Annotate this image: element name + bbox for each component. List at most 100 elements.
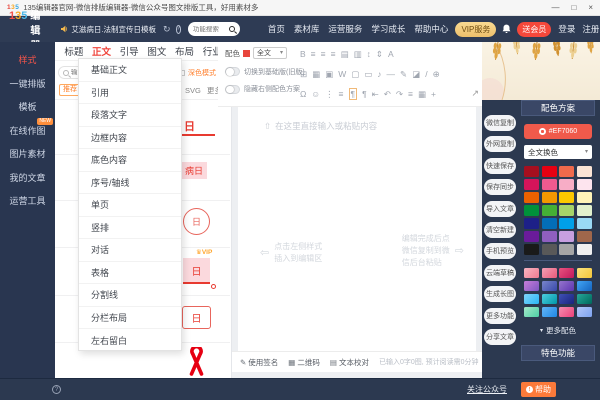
color-scope-select[interactable]: 全文换色 ▾ [524, 145, 592, 159]
color-swatch[interactable] [559, 218, 574, 229]
gradient-swatch[interactable] [524, 281, 539, 292]
fullscreen-icon[interactable]: ↗ [471, 88, 479, 99]
color-swatch[interactable] [524, 205, 539, 216]
current-color-button[interactable]: #EF7060 [524, 124, 592, 139]
dark-mode-label[interactable]: 深色模式 [188, 68, 216, 78]
color-swatch[interactable] [559, 192, 574, 203]
gradient-swatch[interactable] [559, 294, 574, 305]
color-swatch[interactable] [524, 192, 539, 203]
tab-image-text[interactable]: 图文 [143, 44, 171, 58]
color-swatch[interactable] [524, 244, 539, 255]
gradient-swatch[interactable] [559, 268, 574, 279]
nav-item-services[interactable]: 运营服务 [328, 23, 362, 35]
color-swatch[interactable] [559, 231, 574, 242]
tab-layout[interactable]: 布局 [171, 44, 199, 58]
style-preview-circle[interactable]: 日 [183, 208, 210, 235]
menu-item-side-margin[interactable]: 左右留白 [79, 329, 181, 351]
tab-guide[interactable]: 引导 [115, 44, 143, 58]
color-swatch[interactable] [559, 205, 574, 216]
tag-svg[interactable]: SVG [185, 86, 201, 95]
menu-item-paragraph[interactable]: 段落文字 [79, 104, 181, 127]
color-swatch[interactable] [542, 218, 557, 229]
register-link[interactable]: 注册 [582, 23, 599, 35]
menu-item-quote[interactable]: 引用 [79, 82, 181, 105]
color-swatch[interactable] [524, 218, 539, 229]
save-sync-button[interactable]: 保存同步 [484, 179, 516, 195]
align-center-icon[interactable]: ≡ [321, 49, 326, 59]
menu-item-bg-content[interactable]: 底色内容 [79, 149, 181, 172]
undo-icon[interactable]: ↶ [384, 89, 391, 100]
help-circle-icon[interactable]: ? [176, 25, 181, 34]
gallery-icon[interactable]: ▣ [325, 69, 333, 80]
bell-icon[interactable] [502, 24, 511, 34]
follow-official-account-link[interactable]: 关注公众号 [467, 384, 507, 395]
color-swatch[interactable] [577, 179, 592, 190]
color-swatch[interactable] [524, 179, 539, 190]
paragraph-rtl-icon[interactable]: ¶ [362, 89, 367, 99]
basic-version-toggle[interactable] [225, 67, 240, 76]
align-right-icon[interactable]: ≡ [331, 49, 336, 59]
menu-item-dialogue[interactable]: 对话 [79, 239, 181, 262]
style-preview-pinkbox[interactable]: 日 [183, 258, 210, 284]
current-color-swatch[interactable] [243, 50, 250, 57]
gradient-swatch[interactable] [542, 268, 557, 279]
style-preview-title[interactable]: 日 [184, 118, 195, 134]
color-swatch[interactable] [542, 192, 557, 203]
color-swatch[interactable] [577, 244, 592, 255]
menu-item-number-axis[interactable]: 序号/轴线 [79, 172, 181, 195]
line-height-icon[interactable]: ▥ [354, 49, 362, 60]
color-swatch[interactable] [559, 179, 574, 190]
color-swatch[interactable] [524, 231, 539, 242]
sidebar-item-operation-tools[interactable]: 运营工具 [0, 189, 55, 213]
maximize-button[interactable]: □ [571, 3, 576, 12]
nav-search-box[interactable] [188, 22, 240, 36]
video-icon[interactable]: ▭ [364, 69, 372, 80]
frame-icon[interactable]: ▢ [351, 69, 359, 80]
gradient-swatch[interactable] [559, 307, 574, 318]
gradient-swatch[interactable] [524, 294, 539, 305]
nav-item-help-center[interactable]: 帮助中心 [414, 23, 448, 35]
color-swatch[interactable] [559, 166, 574, 177]
pen-icon[interactable]: ✎ [400, 69, 407, 80]
close-button[interactable]: × [588, 3, 593, 12]
quick-save-button[interactable]: 快速保存 [484, 158, 516, 174]
cloud-draft-button[interactable]: 云端草稿 [484, 265, 516, 281]
announcement[interactable]: 艾滋病日.法制宣传日模板 [60, 24, 156, 35]
redo-icon[interactable]: ↷ [396, 89, 403, 100]
qrcode-button[interactable]: ▦二维码 [288, 357, 320, 368]
slash-icon[interactable]: / [425, 69, 427, 79]
mobile-preview-button[interactable]: 手机预览 [484, 243, 516, 259]
login-link[interactable]: 登录 [558, 23, 575, 35]
sidebar-item-online-drawing[interactable]: 在线作图NEW [0, 119, 55, 143]
gradient-swatch[interactable] [524, 268, 539, 279]
sidebar-item-my-articles[interactable]: 我的文章 [0, 166, 55, 190]
align-justify-icon[interactable]: ▤ [341, 49, 349, 60]
hide-color-panel-toggle[interactable] [225, 85, 240, 94]
gradient-swatch[interactable] [577, 294, 592, 305]
import-article-button[interactable]: 导入文章 [484, 201, 516, 217]
more-features-button[interactable]: 更多功能 [484, 308, 516, 324]
search-icon[interactable] [229, 26, 235, 32]
menu-item-vertical[interactable]: 竖排 [79, 217, 181, 240]
sidebar-item-templates[interactable]: 模板 [0, 95, 55, 119]
ordered-list-icon[interactable]: ⋮ [325, 89, 334, 100]
more-colors-link[interactable]: ▾ 更多配色 [519, 325, 597, 336]
color-swatch[interactable] [577, 218, 592, 229]
color-swatch[interactable] [577, 192, 592, 203]
gradient-swatch[interactable] [577, 281, 592, 292]
gradient-swatch[interactable] [542, 307, 557, 318]
zoom-icon[interactable]: ⊕ [433, 69, 440, 80]
align-left-icon[interactable]: ≡ [311, 49, 316, 59]
menu-item-divider[interactable]: 分割线 [79, 284, 181, 307]
wechat-copy-button[interactable]: 微信复制 [484, 115, 516, 131]
color-swatch[interactable] [542, 244, 557, 255]
external-copy-button[interactable]: 外网复制 [484, 136, 516, 152]
colorize-scope-select[interactable]: 全文 ▾ [253, 47, 287, 59]
menu-item-single-page[interactable]: 单页 [79, 194, 181, 217]
omega-icon[interactable]: Ω [300, 89, 306, 99]
emoji-icon[interactable]: ☺ [311, 89, 320, 99]
sidebar-item-one-click-layout[interactable]: 一键排版 [0, 72, 55, 96]
indent-icon[interactable]: ⇤ [372, 89, 379, 100]
nav-item-learning[interactable]: 学习成长 [371, 23, 405, 35]
color-swatch[interactable] [542, 179, 557, 190]
